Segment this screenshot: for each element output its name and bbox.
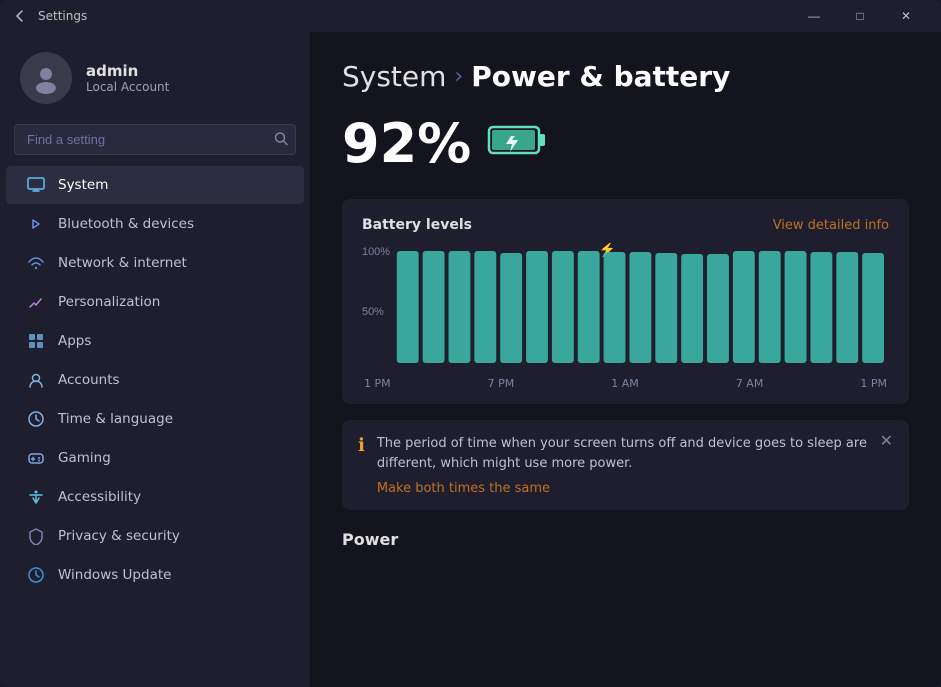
sidebar-item-label-network: Network & internet (58, 255, 187, 271)
battery-display: 92% (342, 117, 909, 171)
window-controls: — □ ✕ (791, 0, 929, 32)
alert-action-link[interactable]: Make both times the same (377, 481, 868, 496)
sidebar-item-label-windows-update: Windows Update (58, 567, 171, 583)
search-button[interactable] (274, 131, 288, 148)
avatar (20, 52, 72, 104)
chart-label-1am: 1 AM (611, 377, 639, 390)
user-name: admin (86, 62, 169, 80)
titlebar-left: Settings (12, 8, 87, 24)
windows-update-icon (26, 565, 46, 585)
svg-text:100%: 100% (362, 246, 390, 258)
view-detailed-info-link[interactable]: View detailed info (773, 218, 889, 233)
sidebar-item-apps[interactable]: Apps (6, 322, 304, 360)
chart-header: Battery levels View detailed info (362, 217, 889, 233)
sidebar-item-personalization[interactable]: Personalization (6, 283, 304, 321)
personalization-icon (26, 292, 46, 312)
chart-x-labels: 1 PM 7 PM 1 AM 7 AM 1 PM (362, 377, 889, 390)
sidebar-item-label-gaming: Gaming (58, 450, 111, 466)
user-type: Local Account (86, 80, 169, 94)
privacy-icon (26, 526, 46, 546)
sidebar-item-accessibility[interactable]: Accessibility (6, 478, 304, 516)
sidebar-item-accounts[interactable]: Accounts (6, 361, 304, 399)
accessibility-icon (26, 487, 46, 507)
alert-message: The period of time when your screen turn… (377, 434, 868, 473)
sidebar-item-label-accounts: Accounts (58, 372, 120, 388)
sidebar-item-label-accessibility: Accessibility (58, 489, 141, 505)
breadcrumb-current: Power & battery (471, 60, 730, 93)
apps-icon (26, 331, 46, 351)
sidebar-item-label-time: Time & language (58, 411, 173, 427)
user-info: admin Local Account (86, 62, 169, 94)
sidebar-item-gaming[interactable]: Gaming (6, 439, 304, 477)
breadcrumb-parent: System (342, 60, 446, 93)
breadcrumb-separator: › (454, 64, 463, 89)
network-icon (26, 253, 46, 273)
sidebar-item-label-bluetooth: Bluetooth & devices (58, 216, 194, 232)
alert-box: ℹ The period of time when your screen tu… (342, 420, 909, 510)
chart-label-7am: 7 AM (736, 377, 764, 390)
accounts-icon (26, 370, 46, 390)
chart-label-1pm-start: 1 PM (364, 377, 391, 390)
chart-title: Battery levels (362, 217, 472, 233)
sidebar-item-label-system: System (58, 177, 108, 193)
titlebar: Settings — □ ✕ (0, 0, 941, 32)
close-button[interactable]: ✕ (883, 0, 929, 32)
sidebar-item-network[interactable]: Network & internet (6, 244, 304, 282)
alert-close-button[interactable]: ✕ (880, 434, 893, 450)
minimize-button[interactable]: — (791, 0, 837, 32)
search-box (14, 124, 296, 155)
power-section-title: Power (342, 530, 909, 549)
battery-icon (487, 122, 547, 167)
content-area: admin Local Account (0, 32, 941, 687)
sidebar-item-label-apps: Apps (58, 333, 91, 349)
system-icon (26, 175, 46, 195)
chart-area: 100% 50% ⚡ (362, 243, 889, 373)
sidebar-item-privacy[interactable]: Privacy & security (6, 517, 304, 555)
nav-item-wrap-system: System (0, 166, 310, 204)
bluetooth-icon (26, 214, 46, 234)
sidebar-item-time[interactable]: Time & language (6, 400, 304, 438)
search-input[interactable] (14, 124, 296, 155)
nav-list: System Bluetooth & devices (0, 165, 310, 595)
sidebar-item-bluetooth[interactable]: Bluetooth & devices (6, 205, 304, 243)
gaming-icon (26, 448, 46, 468)
svg-text:50%: 50% (362, 306, 384, 318)
sidebar-item-system[interactable]: System (6, 166, 304, 204)
chart-label-7pm: 7 PM (488, 377, 515, 390)
battery-percent: 92% (342, 117, 471, 171)
alert-icon: ℹ (358, 435, 365, 456)
window-title: Settings (38, 9, 87, 23)
chart-label-1pm-end: 1 PM (860, 377, 887, 390)
time-icon (26, 409, 46, 429)
breadcrumb: System › Power & battery (342, 60, 909, 93)
sidebar-item-label-privacy: Privacy & security (58, 528, 180, 544)
settings-window: Settings — □ ✕ admin Local Account (0, 0, 941, 687)
sidebar: admin Local Account (0, 32, 310, 687)
sidebar-item-windows-update[interactable]: Windows Update (6, 556, 304, 594)
sidebar-item-label-personalization: Personalization (58, 294, 160, 310)
maximize-button[interactable]: □ (837, 0, 883, 32)
alert-content: The period of time when your screen turn… (377, 434, 868, 496)
main-panel: System › Power & battery 92% (310, 32, 941, 687)
user-section[interactable]: admin Local Account (0, 32, 310, 120)
battery-chart: 100% 50% ⚡ (362, 243, 889, 373)
chart-section: Battery levels View detailed info 100% 5… (342, 199, 909, 404)
back-icon[interactable] (12, 8, 28, 24)
